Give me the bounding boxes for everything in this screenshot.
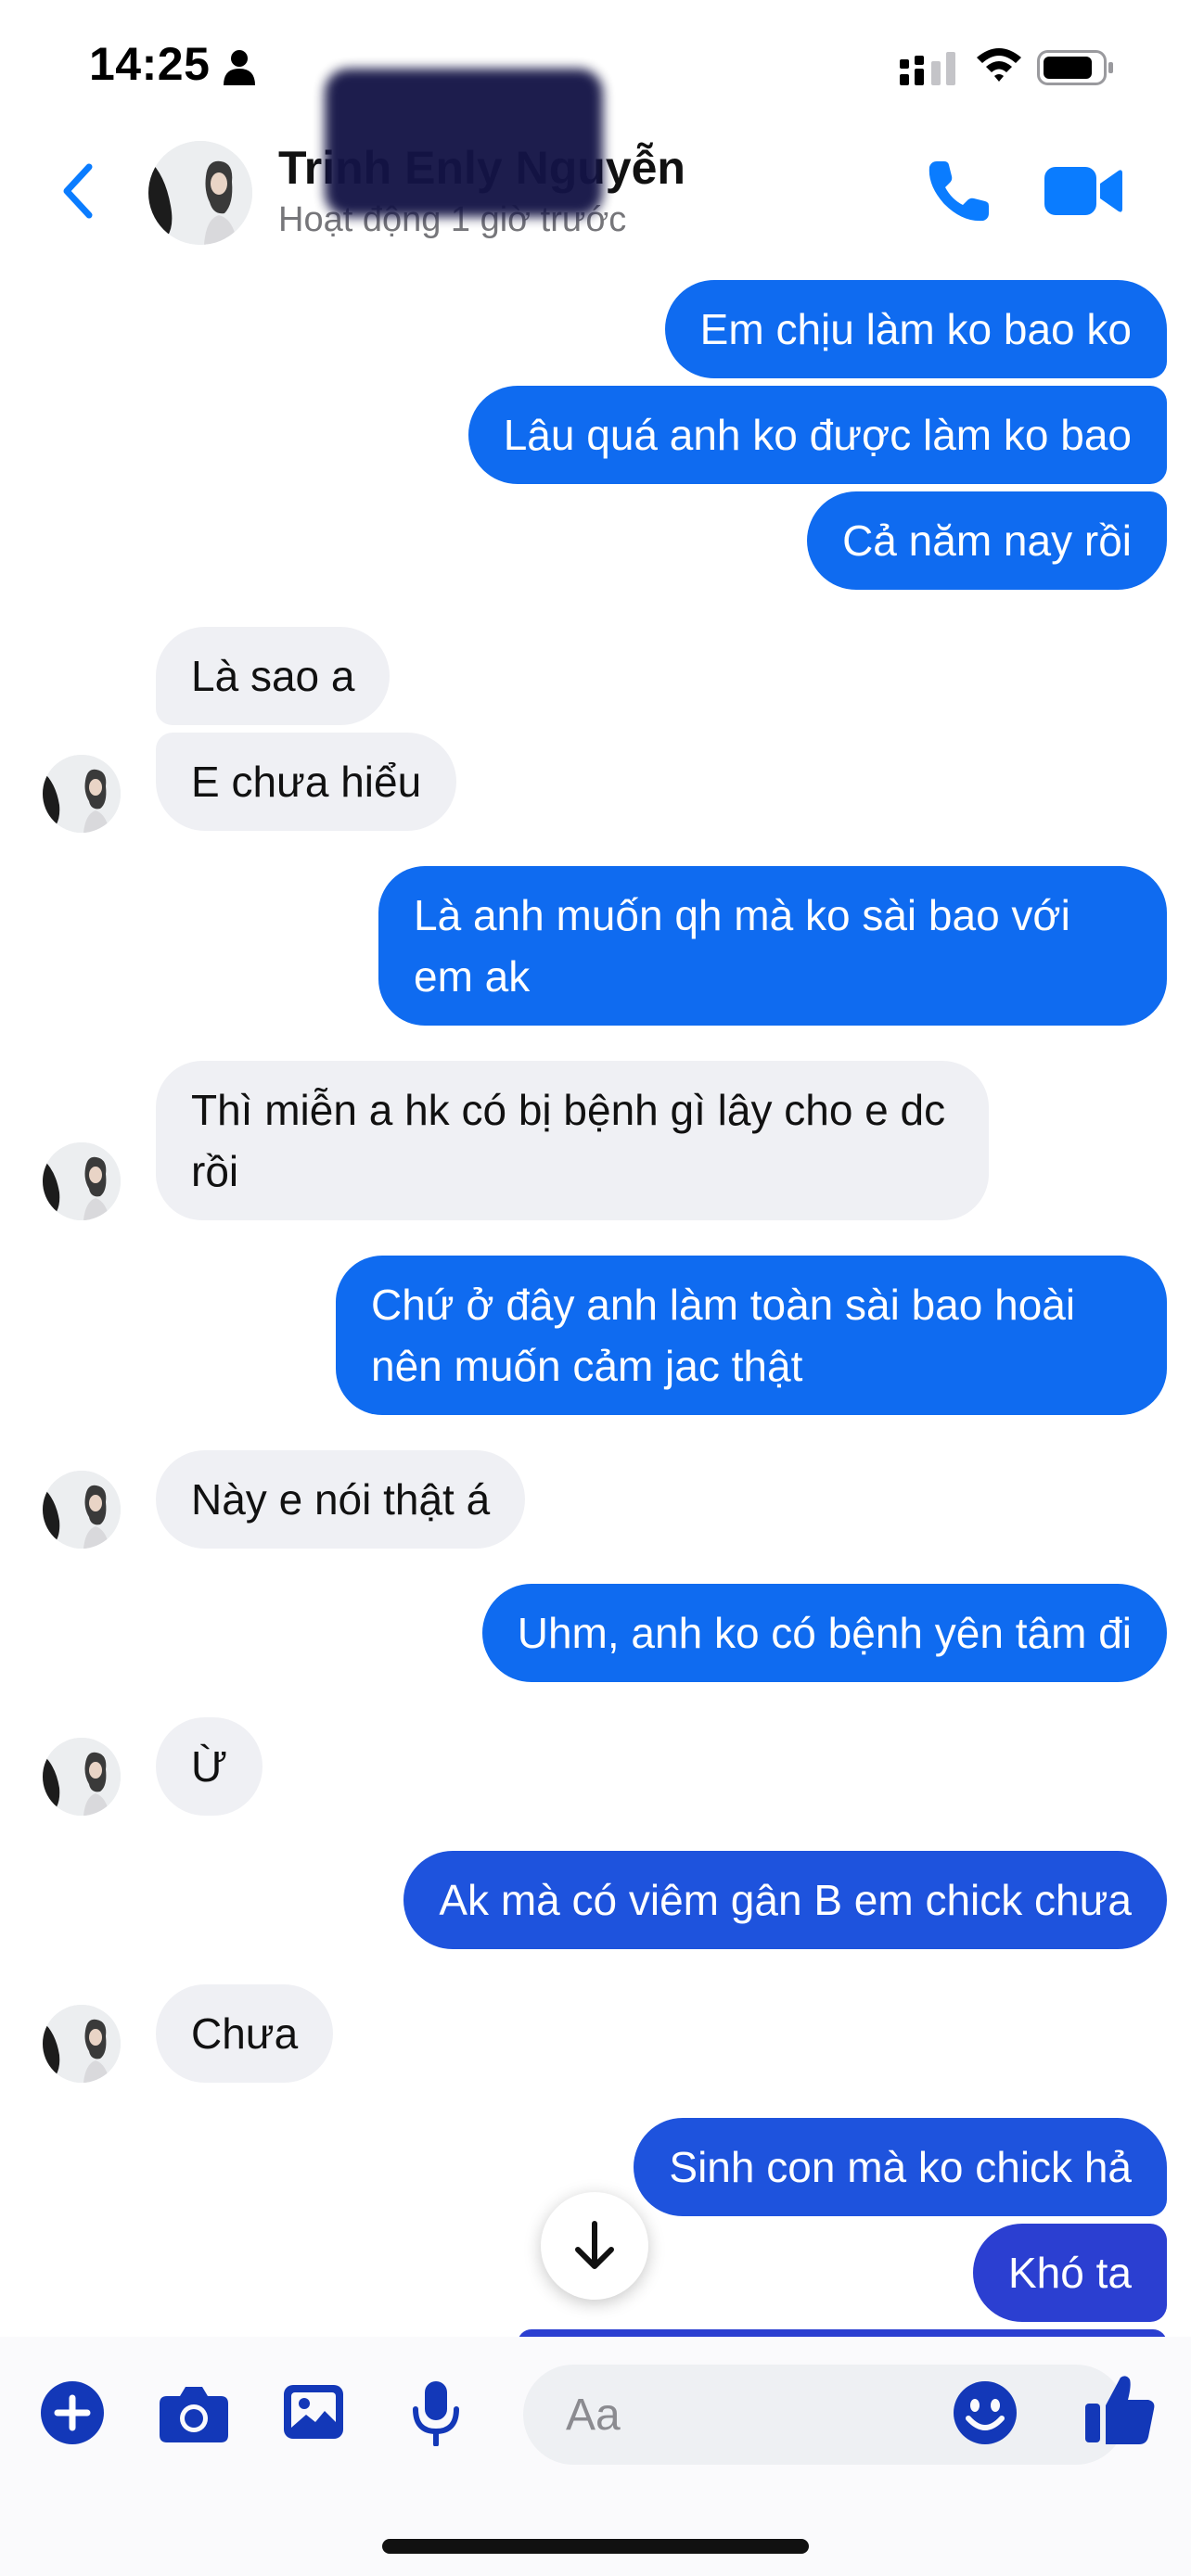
photo-icon[interactable] bbox=[282, 2379, 345, 2446]
person-icon bbox=[224, 50, 255, 85]
contact-avatar-small[interactable] bbox=[43, 755, 121, 833]
phone-icon[interactable] bbox=[924, 158, 992, 226]
message-input[interactable] bbox=[523, 2365, 1126, 2465]
arrow-down-icon bbox=[575, 2221, 614, 2269]
message-composer bbox=[0, 2337, 1191, 2576]
plus-icon[interactable] bbox=[39, 2379, 106, 2446]
back-chevron-icon[interactable] bbox=[59, 161, 96, 221]
message-incoming[interactable]: Thì miễn a hk có bị bệnh gì lây cho e dc… bbox=[156, 1061, 989, 1220]
status-time: 14:25 bbox=[89, 38, 211, 90]
video-camera-icon[interactable] bbox=[1043, 161, 1122, 221]
message-outgoing[interactable]: Là anh muốn qh mà ko sài bao với em ak bbox=[378, 866, 1167, 1026]
message-outgoing[interactable]: Em chịu làm ko bao ko bbox=[664, 280, 1167, 378]
thumbs-up-icon[interactable] bbox=[1083, 2372, 1156, 2446]
message-outgoing[interactable]: Lâu quá anh ko được làm ko bao bbox=[467, 386, 1167, 484]
microphone-icon[interactable] bbox=[408, 2379, 464, 2446]
message-incoming[interactable]: Ừ bbox=[156, 1717, 263, 1816]
message-incoming[interactable]: Là sao a bbox=[156, 627, 391, 725]
contact-avatar[interactable] bbox=[148, 141, 252, 245]
home-indicator bbox=[382, 2539, 809, 2554]
message-incoming[interactable]: Này e nói thật á bbox=[156, 1450, 526, 1549]
wifi-icon bbox=[977, 48, 1021, 82]
message-outgoing[interactable]: Uhm, anh ko có bệnh yên tâm đi bbox=[481, 1584, 1167, 1682]
scroll-to-bottom-button[interactable] bbox=[541, 2192, 648, 2300]
message-outgoing[interactable]: Ak mà có viêm gân B em chick chưa bbox=[403, 1851, 1167, 1949]
chat-header: Trinh Enly Nguyễn Hoạt động 1 giờ trước bbox=[0, 69, 1191, 252]
emoji-icon[interactable] bbox=[952, 2379, 1018, 2446]
message-outgoing[interactable]: Khó ta bbox=[973, 2224, 1167, 2322]
message-incoming[interactable]: E chưa hiểu bbox=[156, 733, 457, 831]
camera-icon[interactable] bbox=[158, 2379, 230, 2446]
message-outgoing[interactable]: Chứ ở đây anh làm toàn sài bao hoài nên … bbox=[336, 1256, 1167, 1415]
redaction-mark bbox=[325, 69, 603, 217]
message-outgoing[interactable]: Sinh con mà ko chick hả bbox=[634, 2118, 1167, 2216]
contact-avatar-small[interactable] bbox=[43, 1471, 121, 1549]
cellular-signal-icon bbox=[900, 52, 955, 85]
contact-avatar-small[interactable] bbox=[43, 1738, 121, 1816]
message-incoming[interactable]: Chưa bbox=[156, 1984, 334, 2083]
battery-icon bbox=[1037, 50, 1113, 85]
message-outgoing[interactable]: Cả năm nay rồi bbox=[807, 491, 1167, 590]
contact-avatar-small[interactable] bbox=[43, 1142, 121, 1220]
contact-avatar-small[interactable] bbox=[43, 2005, 121, 2083]
